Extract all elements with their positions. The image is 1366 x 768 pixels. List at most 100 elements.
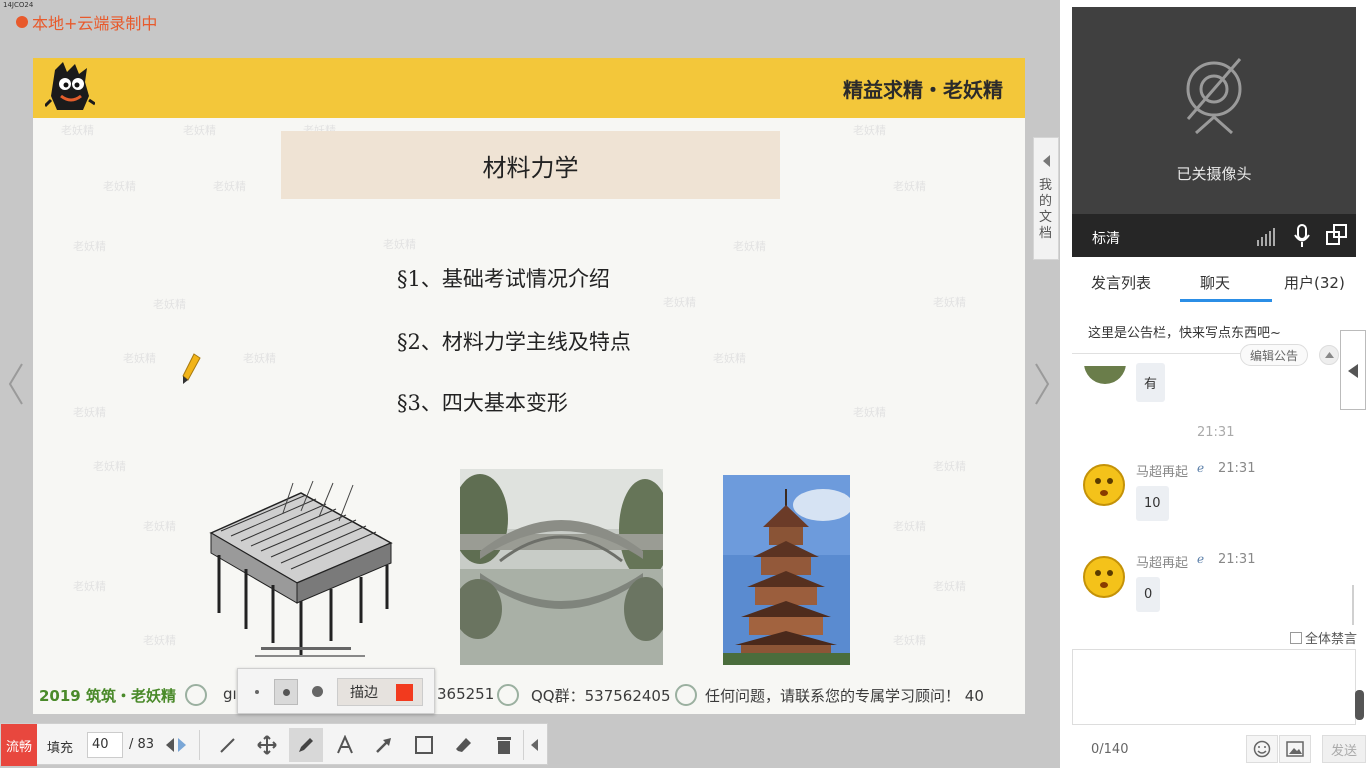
chat-tabs: 发言列表 聊天 用户(32) bbox=[1072, 262, 1356, 302]
text-tool[interactable] bbox=[328, 728, 362, 762]
slide-title: 材料力学 bbox=[482, 153, 579, 182]
page-flip-button[interactable] bbox=[159, 728, 193, 762]
slide-header: 精益求精・老妖精 bbox=[33, 58, 1025, 118]
active-tab-indicator bbox=[1180, 299, 1272, 302]
prev-slide-arrow-icon[interactable] bbox=[6, 360, 26, 408]
emoji-button[interactable] bbox=[1246, 735, 1278, 763]
watermark: 老妖精 bbox=[893, 520, 926, 533]
pen-size-small[interactable] bbox=[255, 690, 259, 694]
tab-speech-list[interactable]: 发言列表 bbox=[1091, 272, 1151, 293]
watermark: 老妖精 bbox=[383, 238, 416, 251]
watermark: 老妖精 bbox=[73, 580, 106, 593]
browser-ie-icon: ℯ bbox=[1197, 461, 1205, 475]
watermark: 老妖精 bbox=[93, 460, 126, 473]
laser-pen-tool[interactable] bbox=[211, 728, 245, 762]
mute-all-toggle[interactable]: 全体禁言 bbox=[1290, 628, 1357, 647]
chat-username: 马超再起 bbox=[1136, 465, 1189, 480]
watermark: 老妖精 bbox=[143, 634, 176, 647]
next-slide-arrow-icon[interactable] bbox=[1032, 360, 1052, 408]
laser-pen-icon bbox=[220, 738, 235, 753]
stroke-button[interactable]: 描边 bbox=[337, 678, 423, 706]
collapse-toolbar-button[interactable] bbox=[523, 728, 547, 762]
pen-size-medium[interactable] bbox=[274, 679, 298, 705]
arrow-tool[interactable] bbox=[367, 728, 401, 762]
pop-out-window-icon[interactable] bbox=[1326, 224, 1348, 246]
eraser-icon bbox=[456, 738, 471, 752]
watermark: 老妖精 bbox=[73, 406, 106, 419]
footer-qq-group: QQ群：537562405 bbox=[531, 687, 671, 705]
clear-tool[interactable] bbox=[487, 728, 521, 762]
recording-indicator: 本地+云端录制中 bbox=[16, 10, 157, 34]
chat-message-bubble: 0 bbox=[1136, 577, 1161, 612]
avatar bbox=[1083, 556, 1125, 598]
page-number-input[interactable]: 40 bbox=[87, 732, 123, 758]
footer-message: 任何问题，请联系您的专属学习顾问！ 40 bbox=[705, 685, 984, 706]
outline-item: §3、四大基本变形 bbox=[397, 391, 568, 415]
rectangle-tool[interactable] bbox=[407, 728, 441, 762]
footer-page-number: 40 bbox=[964, 687, 984, 705]
move-tool[interactable] bbox=[250, 728, 284, 762]
slide[interactable]: 精益求精・老妖精 老妖精 老妖精 老妖精 老妖精 老妖精 老妖精 老妖精 老妖精… bbox=[33, 58, 1025, 714]
quality-selector[interactable]: 标清 bbox=[1092, 228, 1120, 248]
watermark: 老妖精 bbox=[893, 634, 926, 647]
watermark: 老妖精 bbox=[733, 240, 766, 253]
watermark: 老妖精 bbox=[183, 124, 216, 137]
pen-tool[interactable] bbox=[289, 728, 323, 762]
chat-time: 21:31 bbox=[1218, 461, 1256, 476]
avatar-partial bbox=[1084, 366, 1126, 384]
eraser-tool[interactable] bbox=[447, 728, 481, 762]
rectangle-icon bbox=[415, 736, 433, 754]
footer-site: gı bbox=[223, 685, 237, 703]
watermark: 老妖精 bbox=[933, 296, 966, 309]
chat-input[interactable] bbox=[1072, 649, 1356, 725]
tab-chat[interactable]: 聊天 bbox=[1200, 272, 1230, 293]
watermark: 老妖精 bbox=[213, 180, 246, 193]
image-icon bbox=[1286, 741, 1304, 757]
stroke-color-swatch[interactable] bbox=[396, 684, 413, 701]
arrow-icon bbox=[376, 738, 391, 753]
chat-time: 21:31 bbox=[1218, 552, 1256, 567]
timber-hall-drawing bbox=[201, 473, 397, 663]
chat-scroll-track[interactable] bbox=[1352, 585, 1354, 625]
chat-scrollbar[interactable] bbox=[1355, 690, 1364, 720]
microphone-icon[interactable] bbox=[1294, 224, 1310, 248]
slide-brand: 精益求精・老妖精 bbox=[843, 78, 1003, 102]
chevron-left-icon bbox=[531, 739, 538, 751]
watermark: 老妖精 bbox=[123, 352, 156, 365]
recording-tag: 14JCO24 bbox=[3, 1, 34, 9]
chevron-up-icon bbox=[1325, 352, 1334, 358]
mute-all-checkbox[interactable] bbox=[1290, 631, 1302, 644]
watermark: 老妖精 bbox=[73, 240, 106, 253]
image-button[interactable] bbox=[1279, 735, 1311, 763]
slide-title-box: 材料力学 bbox=[281, 131, 780, 199]
pen-size-large[interactable] bbox=[312, 686, 323, 697]
video-panel: 已关摄像头 标清 bbox=[1072, 7, 1356, 257]
pen-icon bbox=[299, 738, 313, 752]
send-button[interactable]: 发送 bbox=[1322, 735, 1366, 763]
watermark: 老妖精 bbox=[143, 520, 176, 533]
mode-button[interactable]: 流畅 bbox=[1, 724, 37, 766]
text-icon bbox=[337, 735, 353, 754]
fill-label[interactable]: 填充 bbox=[47, 737, 73, 756]
stroke-label: 描边 bbox=[350, 685, 378, 701]
tab-users[interactable]: 用户(32) bbox=[1284, 272, 1345, 293]
collapse-notice-button[interactable] bbox=[1319, 345, 1339, 365]
camera-off-icon bbox=[1186, 58, 1242, 135]
smiley-icon bbox=[1095, 570, 1113, 588]
stone-arch-bridge-photo bbox=[460, 469, 663, 665]
watermark: 老妖精 bbox=[103, 180, 136, 193]
edit-notice-button[interactable]: 编辑公告 bbox=[1240, 344, 1308, 366]
advisor-icon bbox=[675, 684, 697, 706]
avatar bbox=[1083, 464, 1125, 506]
outline-item: §1、基础考试情况介绍 bbox=[397, 267, 610, 291]
notice-board-text: 这里是公告栏，快来写点东西吧~ bbox=[1088, 326, 1281, 341]
footer-message-text: 任何问题，请联系您的专属学习顾问！ bbox=[705, 687, 961, 705]
whiteboard-toolbar: 流畅 填充 40 / 83 bbox=[0, 723, 548, 766]
collapse-side-panel-tab[interactable] bbox=[1340, 330, 1366, 410]
page-total: / 83 bbox=[129, 737, 155, 752]
pencil-cursor-icon bbox=[182, 353, 201, 384]
chat-username: 马超再起 bbox=[1136, 556, 1189, 571]
footer-phone: 365251 bbox=[437, 685, 495, 703]
my-documents-tab[interactable]: 我的文档 bbox=[1033, 137, 1059, 260]
watermark: 老妖精 bbox=[933, 580, 966, 593]
